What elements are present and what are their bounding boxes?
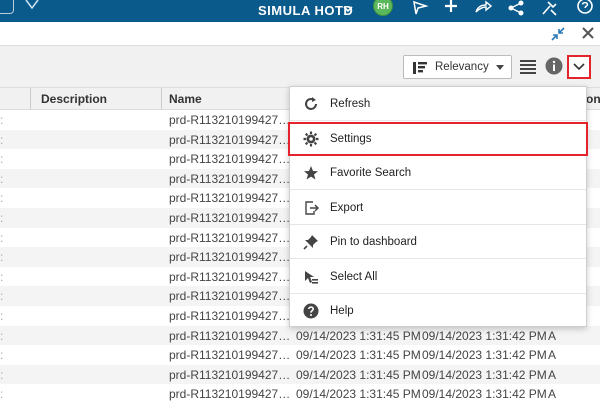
chevron-down-icon — [573, 63, 585, 71]
column-header-partial[interactable]: on — [586, 92, 600, 106]
compass-icon[interactable] — [24, 0, 40, 14]
cell-name: prd-R113210199427… — [169, 269, 291, 284]
menu-item-label: Settings — [330, 132, 372, 145]
more-options-button[interactable] — [567, 55, 591, 79]
plus-icon[interactable] — [442, 0, 460, 16]
help-icon — [303, 303, 319, 319]
row-marker: : — [0, 328, 4, 343]
sort-dropdown[interactable]: Relevancy — [403, 55, 512, 79]
cell-date-created: 09/14/2023 1:31:42 PM — [422, 348, 547, 363]
column-header-name[interactable]: Name — [169, 92, 202, 106]
cell-name: prd-R113210199427… — [169, 387, 291, 402]
menu-item-label: Favorite Search — [330, 167, 412, 179]
help-circle-icon[interactable] — [576, 0, 594, 16]
menu-item-label: Select All — [330, 270, 378, 283]
tools-icon[interactable] — [541, 0, 559, 16]
cell-name: prd-R113210199427… — [169, 191, 291, 206]
pin-icon — [303, 234, 319, 250]
column-separator — [161, 88, 162, 110]
close-icon[interactable] — [580, 25, 596, 41]
cell-date-modified: 09/14/2023 1:31:45 PM — [296, 367, 421, 382]
menu-item-pin-to-dashboard[interactable]: Pin to dashboard — [290, 225, 586, 259]
menu-item-refresh[interactable]: Refresh — [290, 87, 586, 121]
cell-name: prd-R113210199427… — [169, 210, 291, 225]
row-marker: : — [0, 289, 4, 304]
row-marker: : — [0, 113, 4, 127]
cell-name: prd-R113210199427… — [169, 328, 291, 343]
info-icon[interactable] — [545, 57, 563, 75]
export-icon — [303, 200, 319, 216]
row-marker: : — [0, 348, 4, 363]
menu-item-export[interactable]: Export — [290, 191, 586, 225]
menu-item-label: Pin to dashboard — [330, 236, 417, 248]
row-marker: : — [0, 132, 4, 147]
cell-name: prd-R113210199427… — [169, 113, 291, 127]
table-row[interactable]: : prd-R113210199427… 09/14/2023 1:31:45 PM… — [0, 325, 600, 346]
cell-name: prd-R113210199427… — [169, 348, 291, 363]
cell-name: prd-R113210199427… — [169, 171, 291, 186]
row-marker: : — [0, 269, 4, 284]
menu-item-favorite-search[interactable]: Favorite Search — [290, 156, 586, 190]
table-row[interactable]: : prd-R113210199427… 09/14/2023 1:31:45 PM… — [0, 364, 600, 385]
collapse-icon[interactable] — [551, 27, 565, 41]
sort-label: Relevancy — [435, 61, 489, 73]
cell-date-modified: 09/14/2023 1:31:45 PM — [296, 348, 421, 363]
list-view-icon[interactable] — [520, 59, 536, 75]
row-marker: : — [0, 387, 4, 402]
network-share-icon[interactable] — [507, 0, 525, 16]
star-icon — [303, 165, 319, 181]
more-options-menu: Refresh Settings Favorite Search Export Pin … — [288, 86, 588, 328]
menu-item-label: Export — [330, 201, 364, 214]
cell-owner: A — [548, 348, 557, 363]
chevron-down-icon[interactable] — [342, 3, 354, 15]
table-row[interactable]: : prd-R113210199427… 09/14/2023 1:31:45 PM… — [0, 384, 600, 404]
cell-name: prd-R113210199427… — [169, 250, 291, 265]
cell-date-created: 09/14/2023 1:31:42 PM — [422, 387, 547, 402]
menu-item-settings[interactable]: Settings — [288, 121, 588, 156]
menu-item-label: Refresh — [330, 98, 371, 110]
select-all-icon — [303, 269, 319, 285]
cell-owner: A — [548, 328, 557, 343]
row-marker: : — [0, 171, 4, 186]
cell-name: prd-R113210199427… — [169, 289, 291, 304]
row-marker: : — [0, 230, 4, 245]
brand-title[interactable]: SIMULA HOTD — [258, 3, 353, 18]
share-send-icon[interactable] — [411, 0, 429, 16]
cell-name: prd-R113210199427… — [169, 230, 291, 245]
column-header-description[interactable]: Description — [41, 92, 107, 106]
row-marker: : — [0, 152, 4, 167]
top-app-bar: SIMULA HOTD RH — [0, 0, 600, 22]
cell-date-modified: 09/14/2023 1:31:45 PM — [296, 387, 421, 402]
row-marker: : — [0, 250, 4, 265]
menu-item-help[interactable]: Help — [290, 294, 586, 328]
cell-name: prd-R113210199427… — [169, 367, 291, 382]
column-separator — [30, 88, 31, 110]
panel-header-row — [0, 22, 600, 46]
cell-name: prd-R113210199427… — [169, 152, 291, 167]
menu-item-select-all[interactable]: Select All — [290, 260, 586, 294]
results-toolbar: Relevancy — [0, 46, 600, 88]
cell-owner: A — [548, 367, 557, 382]
table-row[interactable]: : prd-R113210199427… 09/14/2023 1:31:45 PM… — [0, 345, 600, 365]
menu-item-label: Help — [330, 305, 354, 317]
gear-icon — [303, 131, 319, 147]
sort-icon — [413, 62, 427, 74]
cell-date-created: 09/14/2023 1:31:42 PM — [422, 367, 547, 382]
cell-owner: A — [548, 387, 557, 402]
cell-name: prd-R113210199427… — [169, 132, 291, 147]
app-menu-box[interactable] — [0, 0, 14, 14]
cell-date-created: 09/14/2023 1:31:42 PM — [422, 328, 547, 343]
row-marker: : — [0, 367, 4, 382]
row-marker: : — [0, 210, 4, 225]
caret-down-icon — [496, 65, 504, 70]
cell-date-modified: 09/14/2023 1:31:45 PM — [296, 328, 421, 343]
row-marker: : — [0, 191, 4, 206]
forward-icon[interactable] — [474, 0, 492, 16]
avatar[interactable]: RH — [373, 0, 393, 16]
row-marker: : — [0, 308, 4, 323]
cell-name: prd-R113210199427… — [169, 308, 291, 323]
refresh-icon — [303, 96, 319, 112]
